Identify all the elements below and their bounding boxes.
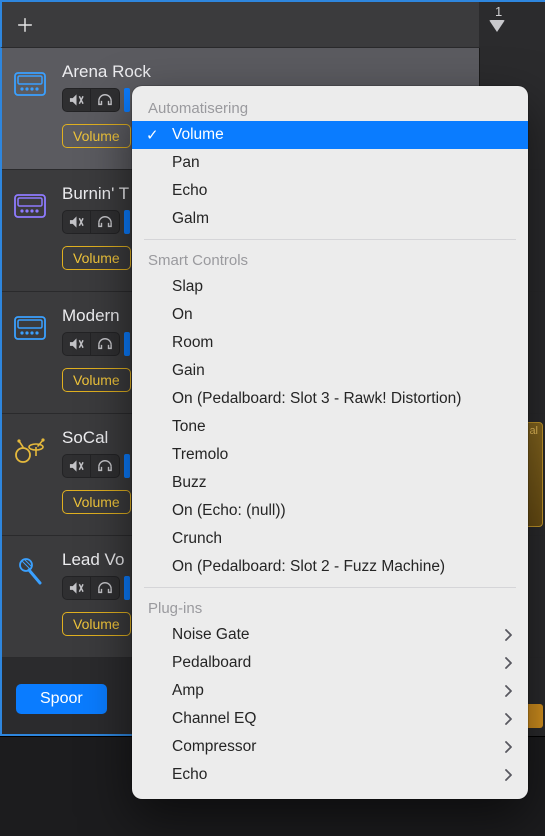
popup-item-label: Gain xyxy=(172,362,205,380)
plus-icon xyxy=(16,16,34,34)
automation-param-button[interactable]: Volume xyxy=(62,124,131,148)
track-control-pill xyxy=(62,576,120,600)
popup-item-label: Galm xyxy=(172,210,209,228)
level-meter xyxy=(124,332,130,356)
master-track-button[interactable]: Spoor xyxy=(16,684,107,714)
mute-button[interactable] xyxy=(63,454,91,478)
instrument-icon xyxy=(12,554,48,590)
region-label: al xyxy=(529,425,538,437)
popup-section-label: Automatisering xyxy=(132,94,528,121)
popup-item-label: Buzz xyxy=(172,474,206,492)
popup-divider xyxy=(144,239,516,240)
popup-item-label: Tremolo xyxy=(172,446,228,464)
solo-button[interactable] xyxy=(91,576,119,600)
popup-item-label: Echo xyxy=(172,766,207,784)
popup-item[interactable]: Noise Gate xyxy=(132,621,528,649)
solo-button[interactable] xyxy=(91,88,119,112)
popup-item-label: Pedalboard xyxy=(172,654,251,672)
track-icon-col xyxy=(2,414,58,535)
popup-item[interactable]: On xyxy=(132,301,528,329)
level-meter xyxy=(124,576,130,600)
popup-item[interactable]: Buzz xyxy=(132,469,528,497)
track-control-pill xyxy=(62,88,120,112)
popup-item-label: Echo xyxy=(172,182,207,200)
instrument-icon xyxy=(12,310,48,346)
popup-item[interactable]: Tremolo xyxy=(132,441,528,469)
automation-param-button[interactable]: Volume xyxy=(62,612,131,636)
track-icon-col xyxy=(2,48,58,169)
popup-item[interactable]: Slap xyxy=(132,273,528,301)
chevron-right-icon xyxy=(504,685,512,697)
mute-button[interactable] xyxy=(63,88,91,112)
level-meter xyxy=(124,88,130,112)
toolbar: 1 xyxy=(0,0,545,48)
popup-item[interactable]: Galm xyxy=(132,205,528,233)
track-control-pill xyxy=(62,210,120,234)
track-control-pill xyxy=(62,332,120,356)
ruler-marker: 1 xyxy=(495,4,502,19)
popup-item-label: Crunch xyxy=(172,530,222,548)
popup-item-label: On (Echo: (null)) xyxy=(172,502,286,520)
automation-popup[interactable]: Automatisering ✓ Volume Pan Echo Galm Smart Co… xyxy=(132,86,528,799)
solo-button[interactable] xyxy=(91,332,119,356)
chevron-right-icon xyxy=(504,713,512,725)
automation-param-button[interactable]: Volume xyxy=(62,246,131,270)
popup-item-label: On xyxy=(172,306,193,324)
add-track-button[interactable] xyxy=(14,14,36,36)
popup-item-label: On (Pedalboard: Slot 2 - Fuzz Machine) xyxy=(172,558,445,576)
mute-button[interactable] xyxy=(63,332,91,356)
instrument-icon xyxy=(12,432,48,468)
automation-param-button[interactable]: Volume xyxy=(62,490,131,514)
chevron-right-icon xyxy=(504,629,512,641)
popup-item-label: On (Pedalboard: Slot 3 - Rawk! Distortio… xyxy=(172,390,461,408)
solo-button[interactable] xyxy=(91,210,119,234)
chevron-right-icon xyxy=(504,657,512,669)
track-icon-col xyxy=(2,170,58,291)
popup-item[interactable]: Crunch xyxy=(132,525,528,553)
mute-button[interactable] xyxy=(63,576,91,600)
popup-item[interactable]: On (Pedalboard: Slot 3 - Rawk! Distortio… xyxy=(132,385,528,413)
playhead[interactable] xyxy=(489,20,505,32)
check-icon: ✓ xyxy=(146,126,159,144)
instrument-icon xyxy=(12,188,48,224)
track-name: Arena Rock xyxy=(62,62,469,82)
popup-item[interactable]: Pedalboard xyxy=(132,649,528,677)
level-meter xyxy=(124,454,130,478)
popup-item-label: Slap xyxy=(172,278,203,296)
popup-item[interactable]: Echo xyxy=(132,177,528,205)
popup-item[interactable]: On (Pedalboard: Slot 2 - Fuzz Machine) xyxy=(132,553,528,581)
instrument-icon xyxy=(12,66,48,102)
mute-button[interactable] xyxy=(63,210,91,234)
popup-item-label: Room xyxy=(172,334,213,352)
level-meter xyxy=(124,210,130,234)
track-icon-col xyxy=(2,536,58,657)
chevron-right-icon xyxy=(504,741,512,753)
popup-item[interactable]: On (Echo: (null)) xyxy=(132,497,528,525)
ruler[interactable]: 1 xyxy=(479,2,545,50)
popup-item[interactable]: Pan xyxy=(132,149,528,177)
popup-item[interactable]: Channel EQ xyxy=(132,705,528,733)
popup-item-label: Volume xyxy=(172,126,224,144)
track-control-pill xyxy=(62,454,120,478)
track-icon-col xyxy=(2,292,58,413)
solo-button[interactable] xyxy=(91,454,119,478)
popup-item[interactable]: Amp xyxy=(132,677,528,705)
popup-section-label: Smart Controls xyxy=(132,246,528,273)
popup-item[interactable]: Room xyxy=(132,329,528,357)
popup-item-label: Compressor xyxy=(172,738,256,756)
popup-item-label: Channel EQ xyxy=(172,710,256,728)
popup-item[interactable]: Compressor xyxy=(132,733,528,761)
popup-item[interactable]: Tone xyxy=(132,413,528,441)
popup-divider xyxy=(144,587,516,588)
popup-item[interactable]: Echo xyxy=(132,761,528,789)
popup-item-label: Amp xyxy=(172,682,204,700)
popup-item[interactable]: Gain xyxy=(132,357,528,385)
popup-item[interactable]: ✓ Volume xyxy=(132,121,528,149)
chevron-right-icon xyxy=(504,769,512,781)
automation-param-button[interactable]: Volume xyxy=(62,368,131,392)
popup-item-label: Pan xyxy=(172,154,200,172)
popup-section-label: Plug-ins xyxy=(132,594,528,621)
popup-item-label: Tone xyxy=(172,418,206,436)
popup-item-label: Noise Gate xyxy=(172,626,250,644)
